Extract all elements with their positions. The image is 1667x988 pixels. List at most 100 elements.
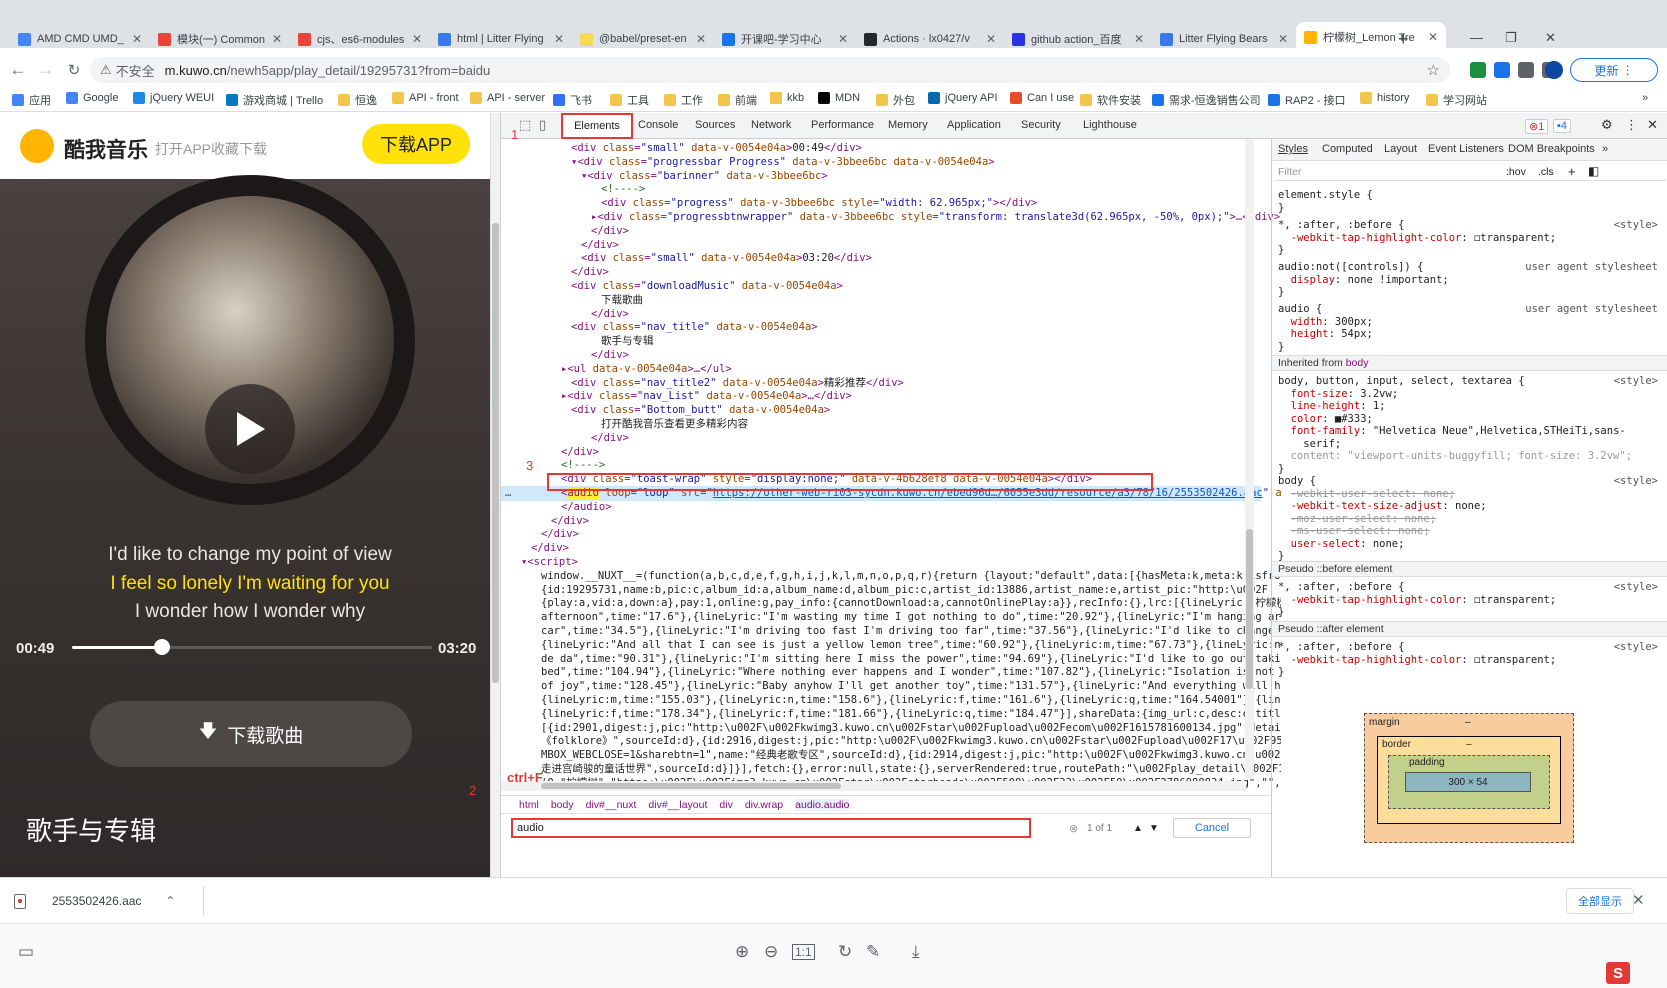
download-item[interactable]: 2553502426.aac ⌃: [14, 888, 194, 914]
dom-node[interactable]: ▸<div class="nav_List" data-v-0054e04a>……: [561, 389, 852, 404]
minimize-button[interactable]: —: [1470, 30, 1483, 45]
show-all-downloads-button[interactable]: 全部显示: [1566, 888, 1634, 914]
tab-elements[interactable]: Elements: [561, 113, 633, 139]
dom-node[interactable]: ▾<div class="barinner" data-v-3bbee6bc>: [581, 169, 828, 184]
tab-memory[interactable]: Memory: [888, 119, 928, 131]
tab-8[interactable]: github action_百度 ✕: [1004, 26, 1152, 52]
dom-node[interactable]: {play:a,vid:a,down:a},pay:1,online:g,pay…: [541, 596, 1281, 611]
edit-pencil-icon[interactable]: ✎: [866, 942, 880, 962]
bookmark-item[interactable]: kkb: [770, 92, 804, 104]
rule-body[interactable]: body {<style> -webkit-user-select: none;…: [1278, 475, 1658, 563]
page-scrollbar[interactable]: [490, 113, 500, 877]
rule-pseudo-after[interactable]: *, :after, :before {<style> -webkit-tap-…: [1278, 641, 1658, 679]
inspect-element-icon[interactable]: ⬚: [519, 117, 531, 133]
bookmark-item[interactable]: Can I use: [1010, 92, 1074, 104]
tab-3[interactable]: cjs、es6-modules ✕: [290, 26, 430, 52]
dom-node[interactable]: </div>: [531, 541, 569, 556]
dom-node[interactable]: <div class="small" data-v-0054e04a>00:49…: [571, 141, 862, 156]
dom-node[interactable]: 《folklore》",sourceId:d},{id:2916,digest:…: [541, 734, 1281, 749]
device-toolbar-icon[interactable]: ▯: [539, 117, 546, 133]
dom-node[interactable]: ▸<div class="progressbtnwrapper" data-v-…: [591, 210, 1280, 225]
tab-close-icon[interactable]: ✕: [554, 32, 564, 46]
dom-node[interactable]: <div class="progress" data-v-3bbee6bc st…: [601, 196, 1037, 211]
rule-body-font[interactable]: body, button, input, select, textarea {<…: [1278, 375, 1658, 475]
tab-9[interactable]: Litter Flying Bears ✕: [1152, 26, 1296, 52]
message-count-badge[interactable]: ▪4: [1553, 119, 1572, 133]
bookmark-item[interactable]: 外包: [876, 92, 915, 108]
new-tab-button[interactable]: +: [1398, 29, 1409, 50]
dom-node[interactable]: </div>: [591, 431, 629, 446]
tab-5[interactable]: @babel/preset-en ✕: [572, 26, 714, 52]
next-match-icon[interactable]: ▼: [1149, 823, 1159, 834]
dom-node[interactable]: 下载歌曲: [601, 293, 643, 308]
dom-node[interactable]: 歌手与专辑: [601, 334, 654, 349]
breadcrumb-item[interactable]: div: [719, 799, 732, 811]
dom-node[interactable]: 走进宫崎骏的童话世界",sourceId:d}]}],fetch:{},erro…: [541, 762, 1281, 777]
rule-audio-not-controls[interactable]: audio:not([controls]) {user agent styles…: [1278, 261, 1658, 299]
dom-node[interactable]: afternoon",time:"17.6"},{lineLyric:"I'm …: [541, 610, 1281, 625]
extension-drive-icon[interactable]: [1470, 62, 1486, 78]
close-window-button[interactable]: ✕: [1545, 30, 1556, 46]
bookmark-item[interactable]: 学习网站: [1426, 92, 1487, 108]
download-app-button[interactable]: 下载APP: [362, 124, 470, 164]
profile-avatar[interactable]: [1545, 61, 1563, 79]
download-icon[interactable]: ⤓: [912, 942, 920, 962]
cancel-find-button[interactable]: Cancel: [1173, 818, 1251, 838]
dom-node[interactable]: [{id:2901,digest:j,pic:"http:\u002F\u002…: [541, 721, 1281, 736]
dom-node[interactable]: </div>: [591, 348, 629, 363]
bookmark-item[interactable]: Google: [66, 92, 118, 104]
dom-node[interactable]: <div class="Bottom_butt" data-v-0054e04a…: [571, 403, 830, 418]
rule-audio[interactable]: audio {user agent stylesheet width: 300p…: [1278, 303, 1658, 353]
dom-vertical-scrollbar[interactable]: [1245, 139, 1254, 779]
breadcrumb-item[interactable]: div#__layout: [648, 799, 707, 811]
cls-toggle[interactable]: .cls: [1538, 166, 1554, 178]
dom-node[interactable]: car",time:"34.5"},{lineLyric:"I'm drivin…: [541, 624, 1281, 639]
address-bar[interactable]: ⚠ 不安全 m.kuwo.cn/newh5app/play_detail/192…: [90, 57, 1450, 83]
bookmark-item[interactable]: jQuery WEUI: [133, 92, 214, 104]
error-count-badge[interactable]: ⊗1: [1525, 119, 1549, 134]
add-rule-icon[interactable]: +: [1568, 164, 1576, 179]
bookmark-item[interactable]: 需求-恒逸销售公司: [1152, 92, 1261, 108]
bookmark-item[interactable]: 软件安装: [1080, 92, 1141, 108]
tab-event-listeners[interactable]: Event Listeners: [1428, 143, 1504, 155]
dom-node[interactable]: ▾<div class="progressbar Progress" data-…: [571, 155, 995, 170]
tab-4[interactable]: html | Litter Flying ✕: [430, 26, 572, 52]
tab-security[interactable]: Security: [1021, 119, 1061, 131]
clear-search-icon[interactable]: ⊗: [1069, 822, 1078, 835]
hov-toggle[interactable]: :hov: [1506, 166, 1526, 178]
bookmark-item[interactable]: 恒逸: [338, 92, 377, 108]
tab-lighthouse[interactable]: Lighthouse: [1083, 119, 1137, 131]
close-devtools-icon[interactable]: ✕: [1647, 117, 1658, 133]
styles-filter-input[interactable]: Filter: [1278, 166, 1301, 178]
tab-layout[interactable]: Layout: [1384, 143, 1417, 155]
breadcrumb-item[interactable]: div.wrap: [745, 799, 783, 811]
bookmark-item[interactable]: 前端: [718, 92, 757, 108]
tab-close-icon[interactable]: ✕: [1134, 32, 1144, 46]
tab-console[interactable]: Console: [638, 119, 678, 131]
dom-node[interactable]: ▾<script>: [521, 555, 578, 570]
tab-dom-breakpoints[interactable]: DOM Breakpoints: [1508, 143, 1595, 155]
bookmark-item[interactable]: API - front: [392, 92, 459, 104]
reload-icon[interactable]: ↻: [60, 61, 88, 79]
bookmark-item[interactable]: 工具: [610, 92, 649, 108]
dom-node[interactable]: </div>: [581, 238, 619, 253]
dom-node[interactable]: <div class="small" data-v-0054e04a>03:20…: [581, 251, 872, 266]
bookmark-item[interactable]: jQuery API: [928, 92, 998, 104]
dom-node[interactable]: {lineLyric:f,time:"178.34"},{lineLyric:f…: [541, 707, 1281, 722]
sidebar-toggle-icon[interactable]: ▭: [18, 942, 34, 962]
toggle-sidebar-icon[interactable]: ◧: [1588, 164, 1599, 178]
dom-node[interactable]: <div class="nav_title2" data-v-0054e04a>…: [571, 376, 904, 391]
breadcrumb-item[interactable]: body: [551, 799, 574, 811]
dom-node[interactable]: window.__NUXT__=(function(a,b,c,d,e,f,g,…: [541, 569, 1281, 584]
dom-node[interactable]: {id:19295731,name:b,pic:c,album_id:a,alb…: [541, 583, 1268, 598]
tab-close-icon[interactable]: ✕: [412, 32, 422, 46]
dom-node[interactable]: MBOX_WEBCLOSE=1&sharebtn=1",name:"经典老歌专区…: [541, 748, 1281, 763]
prev-match-icon[interactable]: ▲: [1133, 823, 1143, 834]
tab-1[interactable]: AMD CMD UMD_ ✕: [10, 26, 150, 52]
settings-gear-icon[interactable]: ⚙: [1601, 117, 1613, 133]
tab-performance[interactable]: Performance: [811, 119, 874, 131]
dom-node[interactable]: {lineLyric:"And all that I can see is ju…: [541, 638, 1281, 653]
dom-node[interactable]: 打开酷我音乐查看更多精彩内容: [601, 417, 748, 432]
dom-node[interactable]: of joy",time:"128.45"},{lineLyric:"Baby …: [541, 679, 1281, 694]
tab-6[interactable]: 开课吧-学习中心 ✕: [714, 26, 856, 52]
